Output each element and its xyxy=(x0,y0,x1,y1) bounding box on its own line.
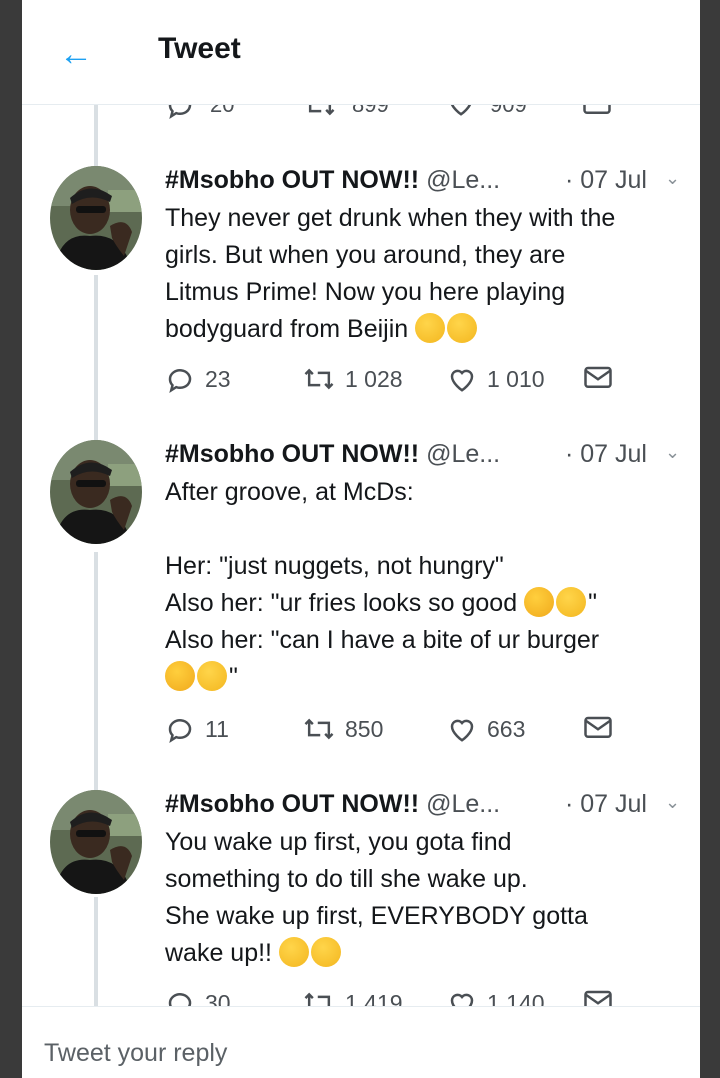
tweet-header: #Msobho OUT NOW!! @Le... · 07 Jul ⌄ xyxy=(165,440,680,469)
dm-icon[interactable] xyxy=(582,104,612,118)
user-handle[interactable]: @Le... xyxy=(426,440,500,468)
display-name[interactable]: #Msobho OUT NOW!! xyxy=(165,790,419,818)
tweet-date[interactable]: · 07 Jul xyxy=(565,440,647,469)
back-arrow-icon[interactable]: ← xyxy=(58,36,94,72)
like-action[interactable]: 1 010 xyxy=(447,364,545,394)
reply-count: 11 xyxy=(205,715,229,742)
tweet-screen: ← Tweet 20 899 909 #Msobho OUT NOW!! @Le… xyxy=(22,0,700,1078)
tweet-text: You wake up first, you gota find somethi… xyxy=(165,824,685,972)
dm-icon xyxy=(584,716,612,738)
tweet-text: They never get drunk when they with the … xyxy=(165,200,685,348)
tweet-line: After groove, at McDs: xyxy=(165,478,414,506)
retweet-icon xyxy=(304,718,334,740)
retweet-icon xyxy=(304,368,334,390)
reply-action[interactable]: 23 xyxy=(165,364,231,394)
tweet-date[interactable]: · 07 Jul xyxy=(565,790,647,819)
sleeping-emoji xyxy=(310,937,341,967)
page-title: Tweet xyxy=(158,32,241,65)
tweet-line: Also her: "ur fries looks so good " xyxy=(165,587,597,617)
like-action[interactable]: 663 xyxy=(447,714,525,744)
reply-icon xyxy=(168,719,192,743)
display-name[interactable]: #Msobho OUT NOW!! xyxy=(165,440,419,468)
tweet-line: girls. But when you around, they are xyxy=(165,241,566,269)
like-count: 1 010 xyxy=(487,365,545,392)
chevron-down-icon[interactable]: ⌄ xyxy=(665,792,680,813)
reply-input[interactable]: Tweet your reply xyxy=(44,1039,227,1068)
dm-action[interactable] xyxy=(583,364,613,392)
avatar[interactable] xyxy=(50,166,142,270)
tweet-line: something to do till she wake up. xyxy=(165,865,528,893)
retweet-count: 899 xyxy=(352,104,389,117)
wink-emoji xyxy=(197,661,227,691)
tweet-line: Her: "just nuggets, not hungry" xyxy=(165,552,504,580)
reply-count: 23 xyxy=(205,365,231,392)
dm-action[interactable] xyxy=(583,714,613,742)
reply-action[interactable]: 11 xyxy=(165,714,229,744)
sleeping-emoji xyxy=(278,937,309,967)
avatar[interactable] xyxy=(50,440,142,544)
retweet-action[interactable]: 850 xyxy=(303,714,383,744)
like-count: 663 xyxy=(487,715,526,742)
sleeping-emoji xyxy=(415,313,446,343)
retweet-icon[interactable] xyxy=(304,104,336,120)
kiss-emoji xyxy=(524,587,555,617)
reply-icon xyxy=(168,369,192,393)
previous-tweet-actions: 20 899 909 xyxy=(22,104,700,120)
retweet-count: 850 xyxy=(345,715,384,742)
tweet-line: They never get drunk when they with the xyxy=(165,204,616,232)
display-name[interactable]: #Msobho OUT NOW!! xyxy=(165,166,419,194)
thread-line xyxy=(94,552,98,790)
chevron-down-icon[interactable]: ⌄ xyxy=(665,168,680,189)
tweet-header: #Msobho OUT NOW!! @Le... · 07 Jul ⌄ xyxy=(165,790,680,819)
tweet-line: She wake up first, EVERYBODY gotta xyxy=(165,902,588,930)
wink-emoji xyxy=(556,587,587,617)
tweet-line: " xyxy=(165,659,685,696)
user-handle[interactable]: @Le... xyxy=(426,166,500,194)
tweet-text: After groove, at McDs: Her: "just nugget… xyxy=(165,474,685,696)
thread-line xyxy=(94,275,98,440)
thread-line xyxy=(94,104,98,166)
tweet-header: #Msobho OUT NOW!! @Le... · 07 Jul ⌄ xyxy=(165,166,680,195)
reply-count: 20 xyxy=(210,104,235,117)
chevron-down-icon[interactable]: ⌄ xyxy=(665,442,680,463)
tweet-line: wake up!! xyxy=(165,935,685,972)
retweet-count: 1 028 xyxy=(345,365,403,392)
dm-icon xyxy=(584,366,612,388)
like-count: 909 xyxy=(490,104,527,117)
kiss-emoji xyxy=(165,661,195,691)
tweet-line: Litmus Prime! Now you here playing xyxy=(165,278,566,306)
retweet-action[interactable]: 1 028 xyxy=(303,364,403,394)
reply-icon[interactable] xyxy=(165,104,195,120)
tweet-line: You wake up first, you gota find xyxy=(165,828,512,856)
tweet-date[interactable]: · 07 Jul xyxy=(565,166,647,195)
like-icon xyxy=(450,719,474,742)
user-handle[interactable]: @Le... xyxy=(426,790,500,818)
tweet-actions: 23 1 028 1 010 xyxy=(165,364,665,404)
reply-bar: Tweet your reply xyxy=(22,1006,700,1078)
thread-line xyxy=(94,897,98,1007)
tweet-line xyxy=(165,511,685,548)
like-icon xyxy=(450,369,474,392)
avatar[interactable] xyxy=(50,790,142,894)
like-icon[interactable] xyxy=(446,104,476,118)
top-bar: ← Tweet xyxy=(22,0,700,105)
sleeping-emoji xyxy=(447,313,478,343)
tweet-line: Also her: "can I have a bite of ur burge… xyxy=(165,626,600,654)
tweet-actions: 11 850 663 xyxy=(165,714,665,754)
tweet-line: bodyguard from Beijin xyxy=(165,311,685,348)
